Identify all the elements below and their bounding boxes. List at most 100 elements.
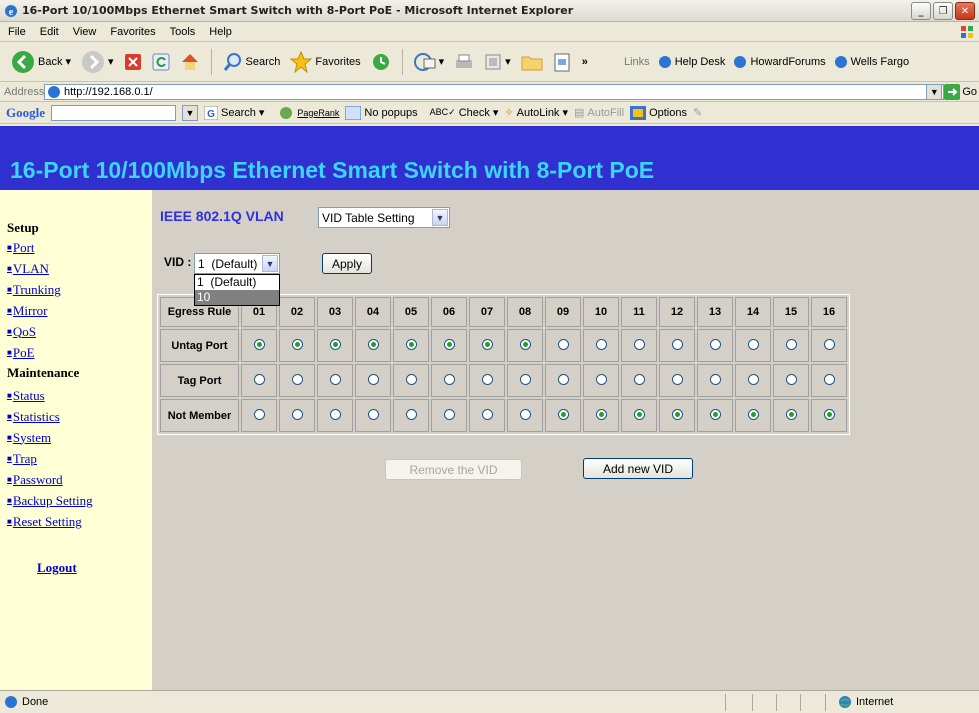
- autofill-button[interactable]: ▤ AutoFill: [574, 106, 624, 120]
- port-radio-button[interactable]: [443, 373, 455, 385]
- port-radio-button[interactable]: [519, 338, 531, 350]
- port-radio-button[interactable]: [709, 373, 721, 385]
- port-radio-button[interactable]: [291, 338, 303, 350]
- port-radio-button[interactable]: [405, 338, 417, 350]
- port-radio-button[interactable]: [633, 373, 645, 385]
- port-radio-button[interactable]: [595, 338, 607, 350]
- vid-select[interactable]: 1 (Default) ▼: [194, 253, 280, 274]
- port-radio-button[interactable]: [671, 408, 683, 420]
- menu-view[interactable]: View: [73, 26, 97, 38]
- port-radio-button[interactable]: [519, 373, 531, 385]
- port-radio-button[interactable]: [785, 338, 797, 350]
- port-radio-button[interactable]: [633, 338, 645, 350]
- logout-link[interactable]: Logout: [37, 560, 152, 576]
- port-radio-button[interactable]: [291, 373, 303, 385]
- link-wells-fargo[interactable]: Wells Fargo: [834, 55, 909, 69]
- sidebar-item-poe[interactable]: PoE: [7, 342, 152, 363]
- google-logo[interactable]: Google: [6, 105, 45, 121]
- history-button[interactable]: [368, 47, 394, 77]
- stop-button[interactable]: [121, 47, 145, 77]
- port-radio-button[interactable]: [709, 408, 721, 420]
- refresh-button[interactable]: [149, 47, 173, 77]
- port-radio-button[interactable]: [405, 408, 417, 420]
- back-button[interactable]: Back ▾: [8, 47, 74, 77]
- port-radio-button[interactable]: [709, 338, 721, 350]
- port-radio-button[interactable]: [367, 373, 379, 385]
- port-radio-button[interactable]: [671, 373, 683, 385]
- port-radio-button[interactable]: [785, 408, 797, 420]
- spellcheck-button[interactable]: ABC✓ Check ▾: [430, 106, 499, 120]
- port-radio-button[interactable]: [823, 408, 835, 420]
- close-button[interactable]: ✕: [955, 2, 975, 20]
- port-radio-button[interactable]: [595, 408, 607, 420]
- sidebar-item-statistics[interactable]: Statistics: [7, 406, 152, 427]
- autolink-button[interactable]: ✧ AutoLink ▾: [504, 106, 568, 120]
- vid-option[interactable]: 10: [195, 290, 279, 305]
- vlan-mode-select[interactable]: VID Table Setting ▼: [318, 207, 450, 228]
- port-radio-button[interactable]: [595, 373, 607, 385]
- port-radio-button[interactable]: [329, 373, 341, 385]
- sidebar-item-trunking[interactable]: Trunking: [7, 279, 152, 300]
- port-radio-button[interactable]: [253, 338, 265, 350]
- go-button[interactable]: Go: [962, 86, 977, 98]
- restore-button[interactable]: ❐: [933, 2, 953, 20]
- highlight-pen-icon[interactable]: ✎: [693, 106, 702, 119]
- remove-vid-button[interactable]: Remove the VID: [385, 459, 522, 480]
- add-vid-button[interactable]: Add new VID: [583, 458, 693, 479]
- port-radio-button[interactable]: [481, 373, 493, 385]
- apply-button[interactable]: Apply: [322, 253, 372, 274]
- port-radio-button[interactable]: [329, 408, 341, 420]
- address-input[interactable]: http://192.168.0.1/: [44, 84, 944, 100]
- port-radio-button[interactable]: [481, 338, 493, 350]
- port-radio-button[interactable]: [291, 408, 303, 420]
- port-radio-button[interactable]: [671, 338, 683, 350]
- sidebar-item-backup-setting[interactable]: Backup Setting: [7, 490, 152, 511]
- port-radio-button[interactable]: [557, 338, 569, 350]
- port-radio-button[interactable]: [557, 408, 569, 420]
- minimize-button[interactable]: _: [911, 2, 931, 20]
- forward-button[interactable]: ▾: [78, 47, 117, 77]
- port-radio-button[interactable]: [747, 373, 759, 385]
- port-radio-button[interactable]: [443, 338, 455, 350]
- port-radio-button[interactable]: [367, 338, 379, 350]
- address-dropdown-button[interactable]: ▼: [926, 84, 943, 100]
- port-radio-button[interactable]: [443, 408, 455, 420]
- port-radio-button[interactable]: [823, 373, 835, 385]
- port-radio-button[interactable]: [405, 373, 417, 385]
- port-radio-button[interactable]: [823, 338, 835, 350]
- menu-edit[interactable]: Edit: [40, 26, 59, 38]
- sidebar-item-mirror[interactable]: Mirror: [7, 300, 152, 321]
- print-button[interactable]: [451, 47, 477, 77]
- sidebar-item-trap[interactable]: Trap: [7, 448, 152, 469]
- menu-tools[interactable]: Tools: [170, 26, 196, 38]
- port-radio-button[interactable]: [557, 373, 569, 385]
- menu-help[interactable]: Help: [209, 26, 232, 38]
- search-button[interactable]: Search: [220, 47, 284, 77]
- google-search-button[interactable]: G Search ▾: [204, 105, 264, 120]
- menu-file[interactable]: File: [8, 26, 26, 38]
- port-radio-button[interactable]: [253, 373, 265, 385]
- edit-button[interactable]: ▾: [481, 47, 514, 77]
- port-radio-button[interactable]: [633, 408, 645, 420]
- sidebar-item-password[interactable]: Password: [7, 469, 152, 490]
- link-howardforums[interactable]: HowardForums: [733, 55, 826, 69]
- port-radio-button[interactable]: [747, 408, 759, 420]
- discuss-button[interactable]: [518, 47, 546, 77]
- messenger-button[interactable]: [550, 47, 574, 77]
- sidebar-item-qos[interactable]: QoS: [7, 321, 152, 342]
- sidebar-item-reset-setting[interactable]: Reset Setting: [7, 511, 152, 532]
- options-button[interactable]: Options: [630, 105, 687, 120]
- port-radio-button[interactable]: [481, 408, 493, 420]
- sidebar-item-system[interactable]: System: [7, 427, 152, 448]
- google-dropdown-button[interactable]: ▼: [182, 104, 198, 121]
- sidebar-item-status[interactable]: Status: [7, 385, 152, 406]
- port-radio-button[interactable]: [253, 408, 265, 420]
- mail-button[interactable]: ▾: [411, 47, 448, 77]
- port-radio-button[interactable]: [329, 338, 341, 350]
- pagerank-button[interactable]: PageRank: [278, 106, 339, 120]
- sidebar-item-port[interactable]: Port: [7, 237, 152, 258]
- port-radio-button[interactable]: [747, 338, 759, 350]
- port-radio-button[interactable]: [785, 373, 797, 385]
- port-radio-button[interactable]: [367, 408, 379, 420]
- popup-blocker-button[interactable]: No popups: [345, 105, 418, 120]
